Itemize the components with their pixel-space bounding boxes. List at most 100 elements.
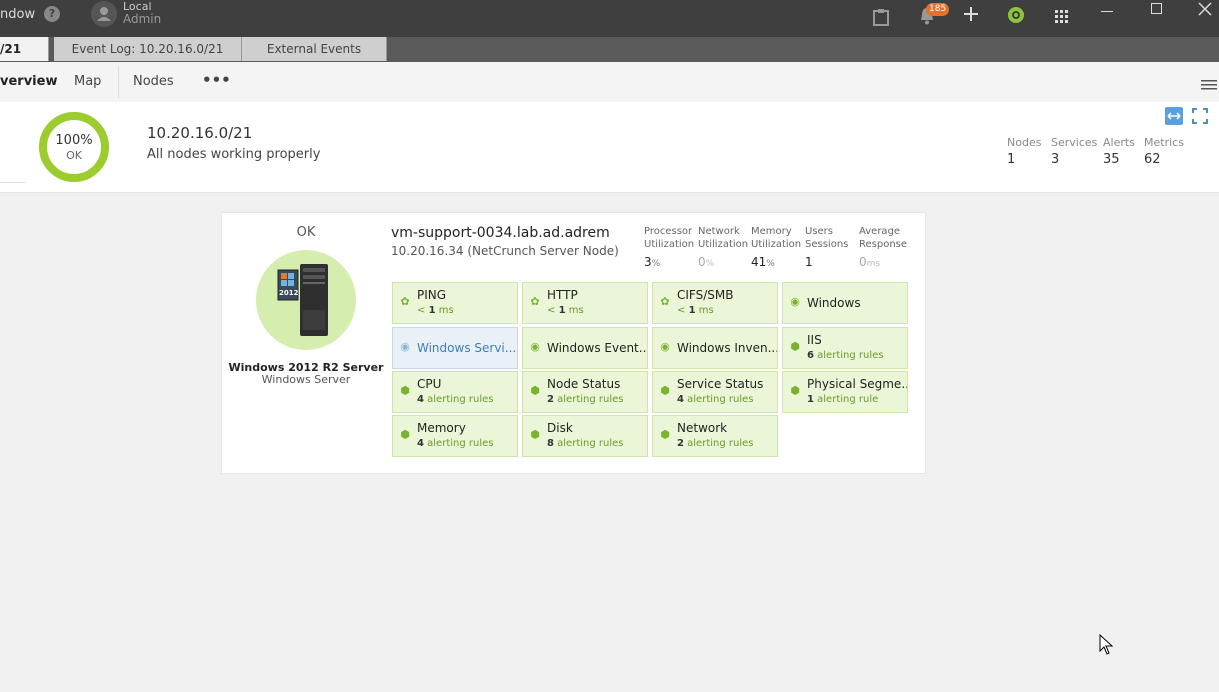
close-icon[interactable] bbox=[1198, 1, 1212, 20]
tile-subtitle-number: 4 bbox=[677, 394, 684, 405]
gear-icon: ✿ bbox=[530, 295, 540, 308]
server-icon bbox=[277, 264, 328, 336]
netcrunch-logo-icon[interactable] bbox=[1007, 6, 1025, 28]
os-version-badge: 2012 bbox=[279, 289, 299, 297]
tile-subtitle: 8 alerting rules bbox=[547, 438, 623, 449]
tile-subtitle-number: 8 bbox=[547, 438, 554, 449]
metric-label-line: Processor bbox=[644, 226, 693, 237]
monitor-tile-disk[interactable]: ⬢ Disk 8 alerting rules bbox=[522, 415, 648, 457]
hamburger-menu-icon[interactable] bbox=[1201, 76, 1217, 95]
metric-value[interactable]: 0ms bbox=[859, 255, 880, 269]
nav-overview[interactable]: verview bbox=[0, 74, 57, 89]
monitor-tile-node-status[interactable]: ⬢ Node Status 2 alerting rules bbox=[522, 371, 648, 413]
monitor-tile-cifs-smb[interactable]: ✿ CIFS/SMB < 1 ms bbox=[652, 282, 778, 324]
tile-title: PING bbox=[417, 288, 447, 302]
fit-width-icon[interactable] bbox=[1165, 107, 1183, 125]
tile-subtitle: 4 alerting rules bbox=[417, 438, 493, 449]
network-status-message: All nodes working properly bbox=[147, 147, 321, 162]
tile-subtitle-suffix: alerting rules bbox=[683, 394, 754, 405]
user-role: Admin bbox=[123, 12, 162, 26]
apps-grid-icon[interactable] bbox=[1055, 9, 1069, 28]
metric-value[interactable]: 41% bbox=[751, 255, 775, 269]
more-icon[interactable]: ••• bbox=[202, 71, 231, 89]
node-hostname[interactable]: vm-support-0034.lab.ad.adrem bbox=[391, 225, 610, 241]
metric-label-line: Memory bbox=[751, 226, 792, 237]
left-divider bbox=[0, 182, 26, 183]
node-image[interactable]: 2012 bbox=[256, 250, 356, 350]
monitor-tile-windows-services[interactable]: ◉ Windows Servi... bbox=[392, 327, 518, 369]
stat-label: Nodes bbox=[1007, 136, 1042, 149]
metric-label: Users Sessions bbox=[805, 225, 848, 251]
stat-value[interactable]: 35 bbox=[1103, 152, 1120, 167]
help-icon[interactable]: ? bbox=[44, 6, 60, 22]
window-menu-label[interactable]: ndow bbox=[0, 7, 35, 22]
tile-title: Node Status bbox=[547, 377, 621, 391]
tile-title: Windows Event... bbox=[547, 341, 647, 355]
network-name: 10.20.16.0/21 bbox=[147, 124, 253, 142]
tile-subtitle-suffix: alerting rules bbox=[553, 438, 624, 449]
monitor-tile-memory[interactable]: ⬢ Memory 4 alerting rules bbox=[392, 415, 518, 457]
monitor-tile-windows-inventory[interactable]: ◉ Windows Inven... bbox=[652, 327, 778, 369]
monitor-tile-windows-event-log[interactable]: ◉ Windows Event... bbox=[522, 327, 648, 369]
tile-title: CPU bbox=[417, 377, 442, 391]
tile-subtitle: 2 alerting rules bbox=[547, 394, 623, 405]
minimize-icon[interactable] bbox=[1101, 11, 1113, 12]
stat-value[interactable]: 62 bbox=[1144, 152, 1161, 167]
tile-subtitle: 4 alerting rules bbox=[677, 394, 753, 405]
network-summary: 100% OK 10.20.16.0/21 All nodes working … bbox=[0, 102, 1219, 193]
clipboard-icon[interactable] bbox=[873, 8, 889, 30]
tile-title: Physical Segme... bbox=[807, 377, 907, 391]
tile-subtitle-suffix: alerting rules bbox=[423, 438, 494, 449]
tile-title: Windows Servi... bbox=[417, 341, 517, 355]
monitor-tile-iis[interactable]: ⬢ IIS 6 alerting rules bbox=[782, 327, 908, 369]
cube-icon: ⬢ bbox=[790, 340, 800, 353]
tab-label: External Events bbox=[266, 42, 362, 56]
stat-value[interactable]: 1 bbox=[1007, 152, 1015, 167]
metric-label-line: Utilization bbox=[644, 239, 695, 250]
tile-subtitle-suffix: alerting rules bbox=[423, 394, 494, 405]
metric-value[interactable]: 1 bbox=[805, 255, 813, 269]
node-address: 10.20.16.34 (NetCrunch Server Node) bbox=[391, 244, 619, 258]
tile-subtitle-number: 1 bbox=[807, 394, 814, 405]
avatar[interactable] bbox=[91, 1, 117, 27]
tile-subtitle: 2 alerting rules bbox=[677, 438, 753, 449]
status-percent: 100% bbox=[55, 133, 93, 148]
tab-network[interactable]: /21 bbox=[0, 37, 49, 61]
monitor-tile-network[interactable]: ⬢ Network 2 alerting rules bbox=[652, 415, 778, 457]
stat-value[interactable]: 3 bbox=[1051, 152, 1059, 167]
tab-label: Event Log: 10.20.16.0/21 bbox=[71, 42, 224, 56]
maximize-icon[interactable] bbox=[1151, 3, 1162, 14]
metric-label: Memory Utilization bbox=[751, 225, 801, 251]
metric-unit: % bbox=[651, 259, 661, 269]
tab-label: /21 bbox=[0, 42, 22, 56]
tile-subtitle-suffix: ms bbox=[435, 305, 454, 316]
tab-event-log[interactable]: Event Log: 10.20.16.0/21 bbox=[54, 37, 242, 61]
eye-icon: ◉ bbox=[660, 340, 670, 353]
cube-icon: ⬢ bbox=[530, 384, 540, 397]
fullscreen-icon[interactable] bbox=[1192, 108, 1208, 128]
metric-label-line: Average bbox=[859, 226, 901, 237]
plus-icon[interactable] bbox=[962, 5, 980, 27]
metric-unit: % bbox=[766, 259, 775, 269]
nav-map[interactable]: Map bbox=[74, 74, 101, 89]
metric-value[interactable]: 3% bbox=[644, 255, 660, 269]
metric-unit: ms bbox=[866, 259, 881, 269]
node-card[interactable]: OK 2012 Windows 2012 R2 Server Windows S… bbox=[221, 212, 926, 474]
nav-nodes[interactable]: Nodes bbox=[133, 74, 174, 89]
mouse-cursor-icon bbox=[1099, 634, 1113, 655]
monitor-tile-ping[interactable]: ✿ PING < 1 ms bbox=[392, 282, 518, 324]
tile-subtitle-prefix: < bbox=[547, 305, 559, 316]
status-state: OK bbox=[66, 149, 82, 162]
tab-strip: /21 Event Log: 10.20.16.0/21 External Ev… bbox=[0, 37, 1219, 62]
monitor-tile-windows[interactable]: ◉ Windows bbox=[782, 282, 908, 324]
monitor-tile-physical-segment[interactable]: ⬢ Physical Segme... 1 alerting rule bbox=[782, 371, 908, 413]
metric-label-line: Utilization bbox=[751, 239, 802, 250]
tab-external-events[interactable]: External Events bbox=[242, 37, 387, 61]
tile-subtitle-suffix: alerting rules bbox=[683, 438, 754, 449]
monitor-tile-http[interactable]: ✿ HTTP < 1 ms bbox=[522, 282, 648, 324]
monitor-tile-service-status[interactable]: ⬢ Service Status 4 alerting rules bbox=[652, 371, 778, 413]
monitor-tile-cpu[interactable]: ⬢ CPU 4 alerting rules bbox=[392, 371, 518, 413]
metric-value[interactable]: 0% bbox=[698, 255, 714, 269]
tile-subtitle-suffix: alerting rule bbox=[813, 394, 879, 405]
title-bar: ndow ? Local Admin 185 bbox=[0, 0, 1219, 37]
